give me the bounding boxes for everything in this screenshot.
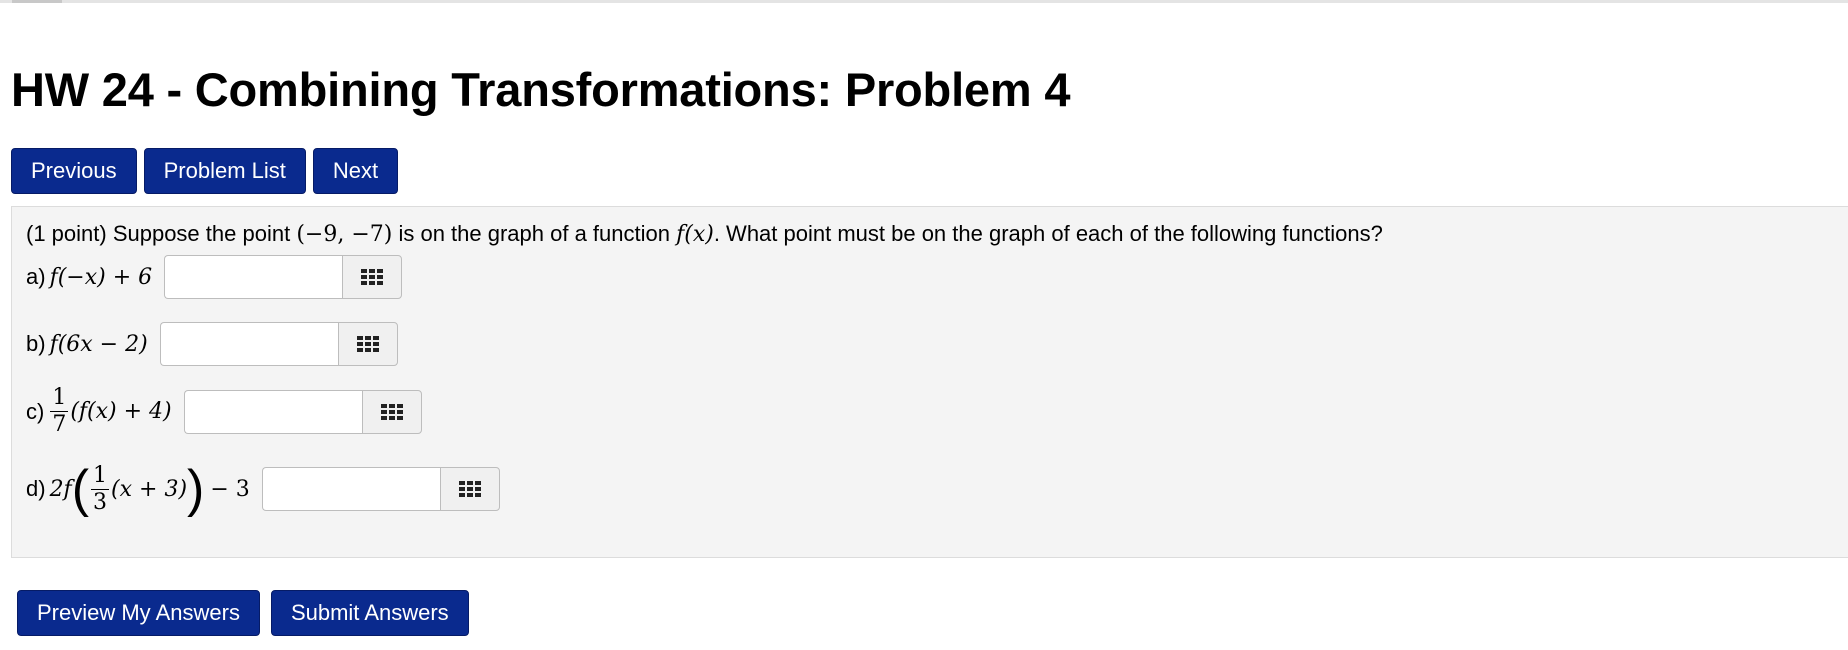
part-c-numerator: 1 — [50, 385, 69, 412]
part-c-label: c) — [26, 398, 45, 424]
statement-suffix: . What point must be on the graph of eac… — [713, 221, 1383, 246]
part-d-label: d) — [26, 476, 46, 501]
part-d-equation-editor-button[interactable] — [439, 467, 500, 511]
part-b-answer-group — [159, 322, 398, 366]
problem-list-button[interactable]: Problem List — [143, 148, 306, 194]
top-border — [0, 0, 1848, 3]
grid-icon — [361, 269, 384, 285]
statement-middle: is on the graph of a function — [398, 221, 670, 246]
part-b-equation-editor-button[interactable] — [337, 322, 398, 366]
part-d-numerator: 1 — [91, 462, 110, 490]
function-name: f(x) — [676, 222, 714, 247]
preview-answers-button[interactable]: Preview My Answers — [17, 590, 260, 636]
right-paren: ) — [187, 460, 205, 518]
problem-panel: (1 point) Suppose the point (−9, −7) is … — [11, 206, 1848, 558]
part-d-tail: − 3 — [210, 476, 250, 502]
answer-actions: Preview My Answers Submit Answers — [17, 590, 469, 636]
problem-statement: (1 point) Suppose the point (−9, −7) is … — [26, 221, 1383, 247]
part-d-fraction: 1 3 — [91, 462, 110, 515]
part-a-answer-input[interactable] — [164, 255, 343, 299]
part-c: c) 1 7 (f(x) + 4) — [26, 387, 422, 436]
part-a-answer-group — [164, 255, 403, 299]
part-b: b) f(6x − 2) — [26, 322, 398, 366]
given-point: (−9, −7) — [296, 222, 393, 247]
part-c-fraction: 1 7 — [50, 385, 69, 437]
part-d-answer-group — [261, 467, 500, 511]
previous-button[interactable]: Previous — [11, 148, 137, 194]
top-tab-edge — [12, 0, 62, 3]
page-title: HW 24 - Combining Transformations: Probl… — [11, 63, 1071, 116]
problem-navigation: Previous Problem List Next — [11, 148, 399, 194]
part-b-label: b) — [26, 331, 46, 356]
part-c-equation-editor-button[interactable] — [361, 389, 422, 434]
part-d-lead: 2f — [49, 476, 72, 502]
statement-prefix: (1 point) Suppose the point — [26, 221, 291, 246]
submit-answers-button[interactable]: Submit Answers — [270, 590, 469, 636]
left-paren: ( — [71, 460, 90, 518]
grid-icon — [458, 481, 481, 497]
part-c-denominator: 7 — [52, 412, 67, 437]
next-button[interactable]: Next — [312, 148, 399, 194]
part-c-answer-group — [183, 389, 422, 434]
part-a-expression: f(−x) + 6 — [49, 264, 153, 290]
part-d-denominator: 3 — [93, 489, 108, 515]
part-c-answer-input[interactable] — [183, 389, 362, 434]
part-a-equation-editor-button[interactable] — [342, 255, 403, 299]
part-a: a) f(−x) + 6 — [26, 255, 403, 299]
grid-icon — [356, 336, 379, 352]
part-b-answer-input[interactable] — [159, 322, 338, 366]
part-d-inner: (x + 3) — [111, 476, 188, 502]
part-b-expression: f(6x − 2) — [49, 331, 148, 357]
part-d-answer-input[interactable] — [261, 467, 440, 511]
part-d: d) 2f ( 1 3 (x + 3) ) − 3 — [26, 463, 500, 515]
part-a-label: a) — [26, 264, 46, 289]
grid-icon — [380, 403, 403, 420]
part-c-expression: (f(x) + 4) — [70, 399, 172, 424]
